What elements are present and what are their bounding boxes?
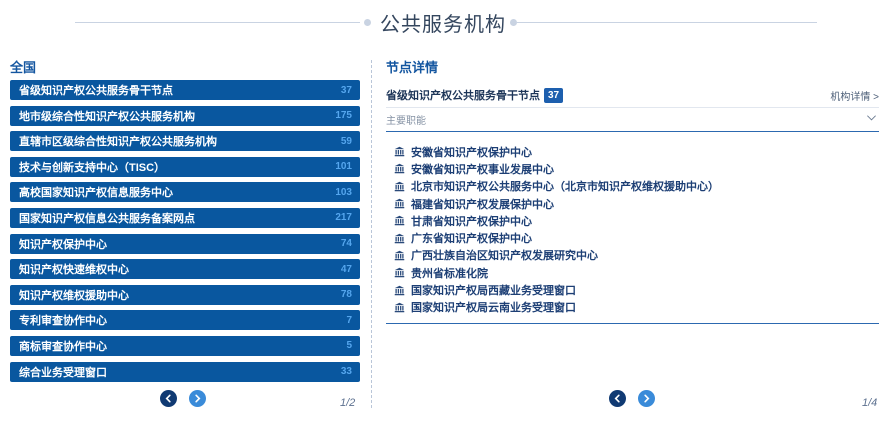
org-page-indicator: 1/4: [862, 397, 878, 409]
organization-item[interactable]: 广东省知识产权保护中心: [394, 229, 874, 246]
category-label: 地市级综合性知识产权公共服务机构: [19, 110, 195, 123]
node-detail-title: 节点详情: [386, 60, 439, 75]
category-label: 专利审查协作中心: [19, 315, 107, 328]
category-item[interactable]: 技术与创新支持中心（TISC） 101: [10, 156, 360, 177]
list-top-rule: [386, 131, 879, 132]
organization-list: 安徽省知识产权保护中心安徽省知识产权事业发展中心北京市知识产权公共服务中心（北京…: [394, 143, 874, 316]
category-count: 101: [335, 161, 352, 173]
organization-name: 安徽省知识产权保护中心: [411, 146, 532, 159]
chevron-left-icon: [614, 394, 620, 403]
category-label: 知识产权维权援助中心: [19, 289, 129, 302]
title-divider-right: [517, 22, 817, 23]
category-prev-button[interactable]: [160, 390, 177, 407]
category-label: 知识产权保护中心: [19, 238, 107, 251]
category-label: 国家知识产权信息公共服务备案网点: [19, 212, 195, 225]
chevron-down-icon: [867, 115, 876, 121]
category-count: 33: [340, 366, 352, 378]
organization-name: 贵州省标准化院: [411, 267, 488, 280]
organization-name: 广东省知识产权保护中心: [411, 233, 532, 246]
category-list: 省级知识产权公共服务骨干节点 37 地市级综合性知识产权公共服务机构 175 直辖市区级…: [10, 80, 360, 382]
category-item[interactable]: 国家知识产权信息公共服务备案网点 217: [10, 207, 360, 228]
node-detail-panel: 节点详情 省级知识产权公共服务骨干节点 37 机构详情 > 主要职能 安徽省知识…: [386, 58, 879, 324]
institution-icon: [394, 146, 405, 157]
chevron-left-icon: [165, 394, 171, 403]
category-item[interactable]: 知识产权保护中心 74: [10, 233, 360, 254]
organization-item[interactable]: 广西壮族自治区知识产权发展研究中心: [394, 247, 874, 264]
category-item[interactable]: 省级知识产权公共服务骨干节点 37: [10, 80, 360, 100]
category-item[interactable]: 知识产权维权援助中心 78: [10, 284, 360, 305]
category-count: 5: [346, 340, 352, 352]
organization-item[interactable]: 安徽省知识产权保护中心: [394, 143, 874, 160]
organization-name: 国家知识产权局云南业务受理窗口: [411, 302, 576, 315]
category-label: 省级知识产权公共服务骨干节点: [19, 85, 173, 97]
organization-name: 甘肃省知识产权保护中心: [411, 215, 532, 228]
page-header: 公共服务机构: [0, 6, 895, 36]
organization-name: 广西壮族自治区知识产权发展研究中心: [411, 250, 598, 263]
category-item[interactable]: 综合业务受理窗口 33: [10, 361, 360, 382]
category-item[interactable]: 知识产权快速维权中心 47: [10, 259, 360, 280]
category-count: 37: [340, 84, 352, 96]
organization-name: 安徽省知识产权事业发展中心: [411, 163, 554, 176]
node-header: 省级知识产权公共服务骨干节点 37 机构详情 >: [386, 86, 879, 104]
organization-name: 福建省知识产权发展保护中心: [411, 198, 554, 211]
category-count: 217: [335, 212, 352, 224]
region-title: 全国: [10, 60, 37, 75]
organization-item[interactable]: 甘肃省知识产权保护中心: [394, 212, 874, 229]
list-bottom-rule: [386, 323, 879, 324]
category-count: 7: [346, 314, 352, 326]
institution-icon: [394, 216, 405, 226]
category-label: 综合业务受理窗口: [19, 366, 107, 379]
category-count: 59: [340, 135, 352, 147]
category-page-indicator: 1/2: [340, 397, 356, 409]
institution-icon: [394, 164, 405, 174]
category-item[interactable]: 专利审查协作中心 7: [10, 310, 360, 331]
institution-icon: [394, 198, 405, 209]
chevron-right-icon: [195, 394, 201, 403]
title-dot-left: [364, 19, 371, 26]
organization-item[interactable]: 贵州省标准化院: [394, 264, 874, 281]
title-divider-left: [75, 22, 360, 23]
institution-icon: [394, 267, 405, 278]
title-dot-right: [510, 19, 517, 26]
organization-item[interactable]: 国家知识产权局云南业务受理窗口: [394, 299, 874, 316]
category-label: 高校国家知识产权信息服务中心: [19, 187, 173, 200]
category-count: 103: [335, 186, 352, 198]
category-label: 技术与创新支持中心（TISC）: [19, 161, 166, 174]
column-divider: [371, 60, 372, 408]
category-count: 74: [340, 238, 352, 250]
institution-icon: [394, 181, 405, 192]
category-item[interactable]: 地市级综合性知识产权公共服务机构 175: [10, 105, 360, 126]
main-function-label: 主要职能: [386, 116, 426, 127]
category-item[interactable]: 高校国家知识产权信息服务中心 103: [10, 182, 360, 203]
institution-icon: [394, 233, 405, 243]
category-label: 商标审查协作中心: [19, 340, 107, 353]
category-label: 知识产权快速维权中心: [19, 264, 129, 277]
category-label: 直辖市区级综合性知识产权公共服务机构: [19, 136, 217, 149]
organization-name: 北京市知识产权公共服务中心（北京市知识产权维权援助中心）: [411, 181, 719, 194]
org-next-button[interactable]: [638, 390, 655, 407]
node-count-badge: 37: [544, 87, 564, 103]
page-title: 公共服务机构: [380, 14, 506, 36]
institution-icon: [394, 302, 405, 313]
node-name: 省级知识产权公共服务骨干节点: [386, 90, 540, 102]
org-prev-button[interactable]: [609, 390, 626, 407]
main-function-toggle[interactable]: 主要职能: [386, 107, 879, 127]
category-count: 78: [340, 289, 352, 301]
organization-name: 国家知识产权局西藏业务受理窗口: [411, 285, 576, 298]
category-count: 175: [335, 110, 352, 122]
organization-item[interactable]: 安徽省知识产权事业发展中心: [394, 160, 874, 177]
category-item[interactable]: 商标审查协作中心 5: [10, 335, 360, 356]
chevron-right-icon: [644, 394, 650, 403]
category-item[interactable]: 直辖市区级综合性知识产权公共服务机构 59: [10, 131, 360, 152]
organization-item[interactable]: 福建省知识产权发展保护中心: [394, 195, 874, 212]
institution-icon: [394, 250, 405, 261]
category-count: 47: [340, 263, 352, 275]
org-detail-link[interactable]: 机构详情 >: [830, 88, 879, 103]
institution-icon: [394, 285, 405, 295]
organization-item[interactable]: 北京市知识产权公共服务中心（北京市知识产权维权援助中心）: [394, 178, 874, 195]
category-next-button[interactable]: [189, 390, 206, 407]
category-panel: 全国 省级知识产权公共服务骨干节点 37 地市级综合性知识产权公共服务机构 175 直辖…: [10, 58, 360, 387]
organization-item[interactable]: 国家知识产权局西藏业务受理窗口: [394, 281, 874, 298]
